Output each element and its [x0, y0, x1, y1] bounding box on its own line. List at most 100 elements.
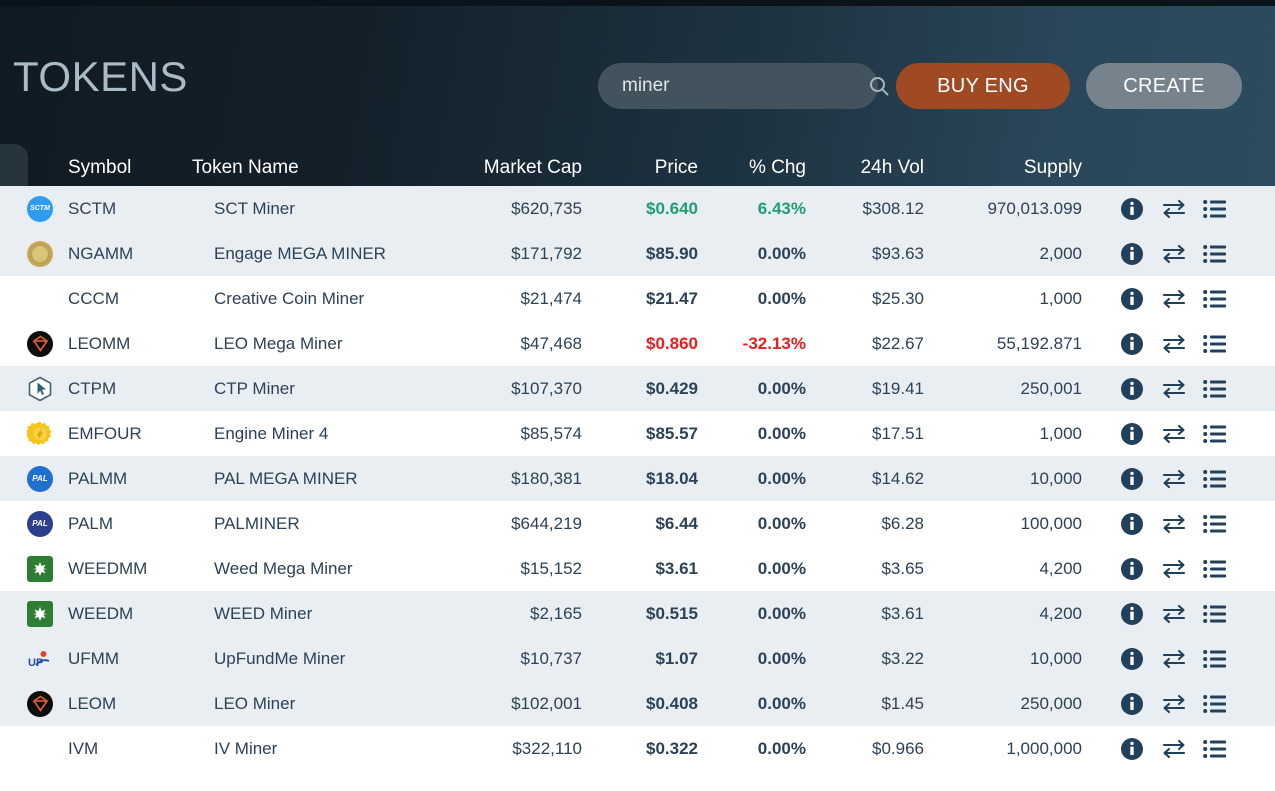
table-row[interactable]: PAL PALMM PAL MEGA MINER $180,381 $18.04 0.00… [0, 456, 1275, 501]
info-icon[interactable] [1120, 737, 1144, 761]
list-icon[interactable] [1203, 649, 1227, 669]
list-icon[interactable] [1203, 604, 1227, 624]
cell-token-name[interactable]: Weed Mega Miner [214, 546, 464, 591]
info-icon[interactable] [1120, 422, 1144, 446]
swap-icon[interactable] [1161, 378, 1187, 400]
column-header-market-cap[interactable]: Market Cap [430, 157, 582, 179]
list-icon[interactable] [1203, 739, 1227, 759]
swap-icon[interactable] [1161, 693, 1187, 715]
swap-icon[interactable] [1161, 333, 1187, 355]
cell-symbol[interactable]: CCCM [68, 276, 188, 321]
table-row[interactable]: EMFOUR Engine Miner 4 $85,574 $85.57 0.00% $1… [0, 411, 1275, 456]
cell-token-name[interactable]: CTP Miner [214, 366, 464, 411]
cell-symbol[interactable]: EMFOUR [68, 411, 188, 456]
cell-symbol[interactable]: WEEDMM [68, 546, 188, 591]
table-row[interactable]: LEOMM LEO Mega Miner $47,468 $0.860 -32.13% $… [0, 321, 1275, 366]
cell-token-name[interactable]: UpFundMe Miner [214, 636, 464, 681]
info-icon[interactable] [1120, 287, 1144, 311]
info-icon[interactable] [1120, 692, 1144, 716]
table-row[interactable]: PAL PALM PALMINER $644,219 $6.44 0.00% $6.28 10… [0, 501, 1275, 546]
table-row[interactable]: NGAMM Engage MEGA MINER $171,792 $85.90 0.00… [0, 231, 1275, 276]
list-icon[interactable] [1203, 469, 1227, 489]
swap-icon[interactable] [1161, 558, 1187, 580]
search-input[interactable] [598, 75, 867, 97]
column-header-pct-chg[interactable]: % Chg [702, 157, 806, 179]
info-icon[interactable] [1120, 197, 1144, 221]
swap-icon[interactable] [1161, 648, 1187, 670]
swap-icon[interactable] [1161, 738, 1187, 760]
column-header-supply[interactable]: Supply [930, 157, 1082, 179]
cell-supply: 55,192.871 [996, 333, 1082, 353]
search-icon[interactable] [867, 63, 891, 109]
info-icon[interactable] [1120, 512, 1144, 536]
cell-24h-vol: $3.61 [881, 603, 924, 623]
info-icon[interactable] [1120, 242, 1144, 266]
column-header-token-name[interactable]: Token Name [192, 157, 392, 179]
info-icon[interactable] [1120, 557, 1144, 581]
cell-symbol[interactable]: UFMM [68, 636, 188, 681]
cell-market-cap: $47,468 [520, 333, 582, 353]
table-row[interactable]: IVM IV Miner $322,110 $0.322 0.00% $0.966 1,00… [0, 726, 1275, 771]
cell-symbol[interactable]: PALMM [68, 456, 188, 501]
table-row[interactable]: LEOM LEO Miner $102,001 $0.408 0.00% $1.45 250… [0, 681, 1275, 726]
cell-symbol[interactable]: SCTM [68, 186, 188, 231]
swap-icon[interactable] [1161, 603, 1187, 625]
cell-token-name[interactable]: SCT Miner [214, 186, 464, 231]
cell-symbol[interactable]: PALM [68, 501, 188, 546]
cell-token-name[interactable]: Creative Coin Miner [214, 276, 464, 321]
list-icon[interactable] [1203, 694, 1227, 714]
cell-token-name[interactable]: PALMINER [214, 501, 464, 546]
table-row[interactable]: CCCM Creative Coin Miner $21,474 $21.47 0.00… [0, 276, 1275, 321]
cell-token-name[interactable]: LEO Miner [214, 681, 464, 726]
table-row[interactable]: WEEDM WEED Miner $2,165 $0.515 0.00% $3.61 4,2… [0, 591, 1275, 636]
cell-symbol[interactable]: LEOMM [68, 321, 188, 366]
table-row[interactable]: UP UFMM UpFundMe Miner $10,737 $1.07 0.00% $3.… [0, 636, 1275, 681]
cell-symbol[interactable]: WEEDM [68, 591, 188, 636]
list-icon[interactable] [1203, 199, 1227, 219]
column-header-price[interactable]: Price [594, 157, 698, 179]
cell-token-name[interactable]: Engine Miner 4 [214, 411, 464, 456]
cell-token-name[interactable]: WEED Miner [214, 591, 464, 636]
list-icon[interactable] [1203, 334, 1227, 354]
list-icon[interactable] [1203, 244, 1227, 264]
cell-token-name[interactable]: LEO Mega Miner [214, 321, 464, 366]
column-header-24h-vol[interactable]: 24h Vol [812, 157, 924, 179]
list-icon[interactable] [1203, 289, 1227, 309]
cell-token-name[interactable]: PAL MEGA MINER [214, 456, 464, 501]
column-header-symbol[interactable]: Symbol [68, 157, 188, 179]
info-icon[interactable] [1120, 647, 1144, 671]
swap-icon[interactable] [1161, 423, 1187, 445]
table-row[interactable]: WEEDMM Weed Mega Miner $15,152 $3.61 0.00% $3… [0, 546, 1275, 591]
list-icon[interactable] [1203, 514, 1227, 534]
cell-symbol[interactable]: CTPM [68, 366, 188, 411]
cell-symbol[interactable]: LEOM [68, 681, 188, 726]
cell-price: $21.47 [646, 288, 698, 308]
list-icon[interactable] [1203, 424, 1227, 444]
list-icon[interactable] [1203, 379, 1227, 399]
table-row[interactable]: SCTM SCTM SCT Miner $620,735 $0.640 6.43% $308… [0, 186, 1275, 231]
create-button[interactable]: CREATE [1086, 63, 1242, 109]
swap-icon[interactable] [1161, 468, 1187, 490]
search-box[interactable] [598, 63, 889, 109]
cell-token-name[interactable]: IV Miner [214, 726, 464, 771]
swap-icon[interactable] [1161, 198, 1187, 220]
cell-symbol[interactable]: NGAMM [68, 231, 188, 276]
cell-market-cap: $180,381 [511, 468, 582, 488]
info-icon[interactable] [1120, 332, 1144, 356]
info-icon[interactable] [1120, 602, 1144, 626]
swap-icon[interactable] [1161, 513, 1187, 535]
swap-icon[interactable] [1161, 288, 1187, 310]
info-icon[interactable] [1120, 467, 1144, 491]
info-icon[interactable] [1120, 377, 1144, 401]
list-icon[interactable] [1203, 559, 1227, 579]
cell-pct-chg: 0.00% [757, 558, 806, 578]
cell-symbol[interactable]: IVM [68, 726, 188, 771]
swap-icon[interactable] [1161, 243, 1187, 265]
cell-price: $85.57 [646, 423, 698, 443]
table-row[interactable]: CTPM CTP Miner $107,370 $0.429 0.00% $19.41 25… [0, 366, 1275, 411]
cell-token-name[interactable]: Engage MEGA MINER [214, 231, 464, 276]
cell-market-cap: $21,474 [520, 288, 582, 308]
cell-price: $0.322 [646, 738, 698, 758]
cell-24h-vol: $3.22 [881, 648, 924, 668]
buy-eng-button[interactable]: BUY ENG [896, 63, 1070, 109]
